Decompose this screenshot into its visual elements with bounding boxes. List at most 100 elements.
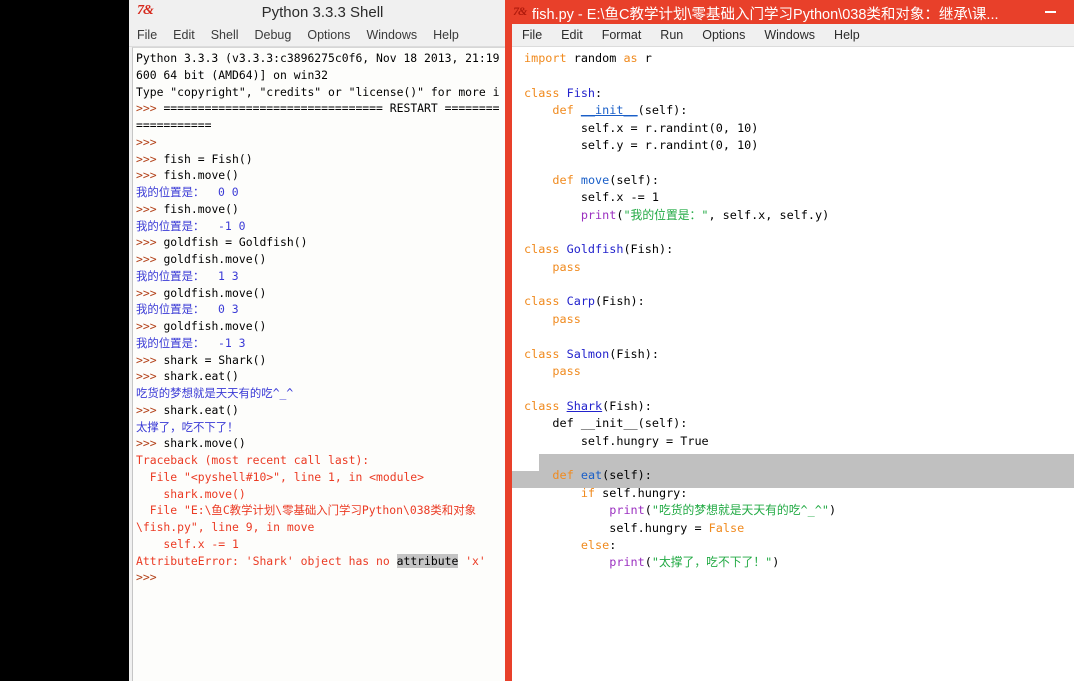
shell-line: >>> fish = Fish() <box>136 151 499 168</box>
shell-span: >>> <box>136 201 164 216</box>
shell-line: =========== <box>136 117 499 134</box>
shell-menu-item-debug[interactable]: Debug <box>255 28 292 42</box>
shell-span: 'x' <box>458 553 486 568</box>
shell-span: File "E:\鱼C教学计划\零基础入门学习Python\038类和对象 <box>136 503 476 518</box>
editor-code-line <box>524 450 836 467</box>
shell-span: fish = Fish() <box>163 151 253 166</box>
editor-titlebar[interactable]: 7& fish.py - E:\鱼C教学计划\零基础入门学习Python\038… <box>505 0 1074 24</box>
editor-token: class <box>524 242 560 257</box>
shell-line: >>> fish.move() <box>136 201 499 218</box>
shell-span: fish.move() <box>163 168 239 183</box>
shell-line: >>> goldfish.move() <box>136 251 499 268</box>
shell-span: >>> <box>136 252 164 266</box>
editor-menu-item-format[interactable]: Format <box>602 28 642 42</box>
editor-code-line: def __init__(self): <box>524 102 836 119</box>
editor-token: False <box>708 520 745 535</box>
editor-token: (self): <box>609 172 659 187</box>
shell-line: 太撑了，吃不下了！ <box>136 419 499 436</box>
shell-menu-item-shell[interactable]: Shell <box>211 28 239 42</box>
shell-span: Traceback (most recent call last): <box>136 453 370 467</box>
python-shell-window[interactable]: 7& Python 3.3.3 Shell File Edit Shell Debug… <box>129 0 510 681</box>
editor-code-area[interactable]: import random as r class Fish: def __ini… <box>512 47 1074 681</box>
editor-menu-item-help[interactable]: Help <box>834 28 860 42</box>
editor-menu-item-run[interactable]: Run <box>660 28 683 42</box>
shell-menubar[interactable]: File Edit Shell Debug Options Windows Help <box>129 24 510 47</box>
shell-line: Python 3.3.3 (v3.3.3:c3896275c0f6, Nov 1… <box>136 50 499 67</box>
idle-editor-window[interactable]: 7& fish.py - E:\鱼C教学计划\零基础入门学习Python\038… <box>505 0 1074 681</box>
editor-token <box>574 416 581 430</box>
editor-code-line: self.hungry = False <box>524 520 836 537</box>
shell-span: 吃货的梦想就是天天有的吃^_^ <box>136 386 294 400</box>
shell-span: 我的位置是： 0 3 <box>136 302 239 317</box>
minimize-button[interactable] <box>1045 11 1056 13</box>
editor-token <box>524 416 552 430</box>
python-logo-icon: 7& <box>513 4 527 18</box>
shell-span: >>> <box>136 369 164 384</box>
editor-menu-item-file[interactable]: File <box>522 28 542 42</box>
editor-code-line: import random as r <box>524 50 836 67</box>
editor-code-line: class Goldfish(Fish): <box>524 241 836 258</box>
editor-token: (self): <box>637 103 688 118</box>
editor-token: Goldfish <box>566 242 624 257</box>
editor-token <box>524 312 552 326</box>
shell-line: >>> goldfish.move() <box>136 285 499 302</box>
shell-menu-item-help[interactable]: Help <box>433 28 459 42</box>
editor-code-line: self.hungry = True <box>524 433 836 450</box>
editor-token: ( <box>644 503 652 518</box>
shell-span: 600 64 bit (AMD64)] on win32 <box>136 67 329 82</box>
shell-span: fish.move() <box>163 201 239 216</box>
shell-menu-item-file[interactable]: File <box>137 28 157 42</box>
shell-output-area[interactable]: Python 3.3.3 (v3.3.3:c3896275c0f6, Nov 1… <box>132 47 508 681</box>
editor-token <box>524 468 552 482</box>
shell-span: goldfish.move() <box>163 252 267 266</box>
editor-token: print <box>609 555 645 570</box>
editor-code-line: if self.hungry: <box>524 485 836 502</box>
shell-line: 我的位置是： -1 3 <box>136 335 499 352</box>
editor-token: Carp <box>566 294 596 309</box>
shell-window-title: Python 3.3.3 Shell <box>261 3 384 21</box>
shell-span: 我的位置是： -1 0 <box>136 218 246 233</box>
shell-span: >>> <box>136 285 164 300</box>
shell-line: Traceback (most recent call last): <box>136 452 499 469</box>
editor-token: (Fish): <box>609 346 659 361</box>
editor-token: Fish <box>566 85 596 100</box>
editor-token: self.x -= 1 <box>524 190 659 205</box>
editor-token: def <box>552 103 574 118</box>
editor-menubar[interactable]: File Edit Format Run Options Windows Help <box>512 24 1074 47</box>
editor-token: ) <box>828 503 837 518</box>
editor-token: print <box>609 503 645 518</box>
editor-token: , self.x, self.y) <box>708 207 830 222</box>
editor-code-line <box>524 380 836 397</box>
editor-token: self.hungry: <box>595 485 688 500</box>
shell-menu-item-edit[interactable]: Edit <box>173 28 195 42</box>
shell-span: shark = Shark() <box>163 352 267 367</box>
editor-code-content: import random as r class Fish: def __ini… <box>524 50 836 572</box>
editor-token <box>560 294 567 308</box>
editor-code-line: self.x = r.randint(0, 10) <box>524 120 836 137</box>
editor-token: def <box>552 172 574 187</box>
editor-token: Salmon <box>566 346 610 361</box>
shell-menu-item-options[interactable]: Options <box>307 28 350 42</box>
shell-text-content: Python 3.3.3 (v3.3.3:c3896275c0f6, Nov 1… <box>136 50 499 586</box>
shell-line: >>> <box>136 134 499 151</box>
editor-window-title: fish.py - E:\鱼C教学计划\零基础入门学习Python\038类和对… <box>532 7 999 23</box>
shell-span: 太撑了，吃不下了！ <box>136 419 239 434</box>
editor-token <box>524 103 552 117</box>
shell-span: >>> <box>136 235 164 250</box>
editor-menu-item-edit[interactable]: Edit <box>561 28 583 42</box>
editor-token: r <box>637 51 652 65</box>
editor-menu-item-windows[interactable]: Windows <box>764 28 815 42</box>
shell-titlebar[interactable]: 7& Python 3.3.3 Shell <box>129 0 510 24</box>
editor-token: (Fish): <box>602 398 652 413</box>
editor-token: self.hungry = <box>524 520 709 535</box>
editor-menu-item-options[interactable]: Options <box>702 28 745 42</box>
editor-code-line: print("吃货的梦想就是天天有的吃^_^") <box>524 502 836 519</box>
shell-span: >>> <box>136 352 164 367</box>
editor-token: import <box>524 51 567 65</box>
editor-token: class <box>524 398 560 413</box>
editor-code-line: else: <box>524 537 836 554</box>
shell-menu-item-windows[interactable]: Windows <box>366 28 417 42</box>
shell-line: >>> fish.move() <box>136 167 499 184</box>
shell-line: >>> ================================ RES… <box>136 100 499 117</box>
editor-code-line: class Carp(Fish): <box>524 293 836 310</box>
